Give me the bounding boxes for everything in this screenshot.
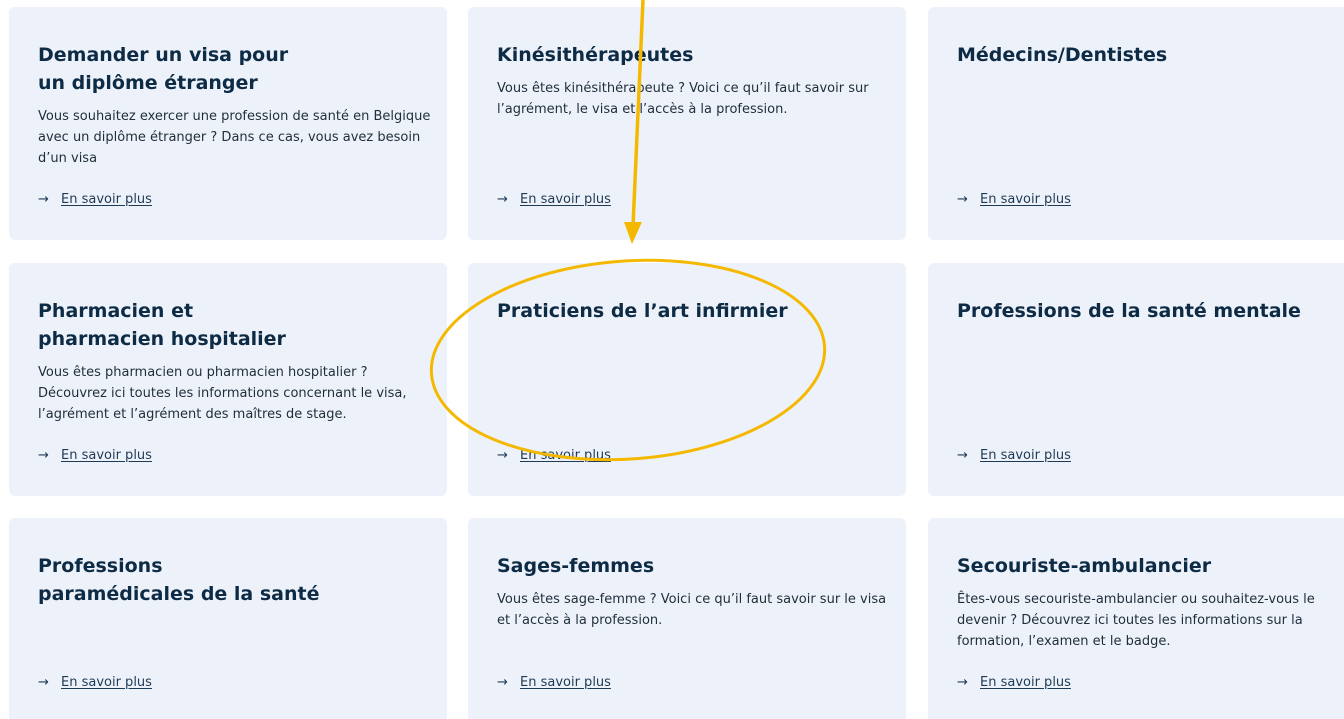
card-title: Professions de la santé mentale — [957, 300, 1301, 322]
learn-more-link[interactable]: → En savoir plus — [957, 674, 1071, 692]
card-title: Pharmacien et pharmacien hospitalier — [38, 300, 286, 350]
learn-more-label: En savoir plus — [61, 675, 152, 690]
learn-more-link[interactable]: → En savoir plus — [957, 191, 1071, 209]
arrow-right-icon: → — [38, 675, 49, 690]
card-description: Vous êtes pharmacien ou pharmacien hospi… — [38, 365, 407, 422]
card-title: Praticiens de l’art infirmier — [497, 300, 788, 322]
card-praticiens-art-infirmier[interactable]: Praticiens de l’art infirmier → En savoi… — [468, 263, 906, 496]
card-description: Êtes-vous secouriste-ambulancier ou souh… — [957, 592, 1315, 649]
card-secouriste-ambulancier[interactable]: Secouriste-ambulancier Êtes-vous secouri… — [928, 518, 1344, 719]
card-title: Médecins/Dentistes — [957, 44, 1168, 66]
learn-more-label: En savoir plus — [520, 448, 611, 463]
arrow-right-icon: → — [957, 448, 968, 463]
card-medecins-dentistes[interactable]: Médecins/Dentistes → En savoir plus — [928, 7, 1344, 240]
card-title: Professions paramédicales de la santé — [38, 555, 320, 605]
card-title: Secouriste-ambulancier — [957, 555, 1212, 577]
learn-more-link[interactable]: → En savoir plus — [38, 191, 152, 209]
card-description: Vous êtes sage-femme ? Voici ce qu’il fa… — [497, 592, 887, 628]
card-title: Kinésithérapeutes — [497, 44, 694, 66]
learn-more-label: En savoir plus — [980, 448, 1071, 463]
card-visa-diplome-etranger[interactable]: Demander un visa pour un diplôme étrange… — [9, 7, 447, 240]
learn-more-link[interactable]: → En savoir plus — [38, 674, 152, 692]
learn-more-label: En savoir plus — [520, 675, 611, 690]
learn-more-label: En savoir plus — [980, 675, 1071, 690]
learn-more-link[interactable]: → En savoir plus — [497, 191, 611, 209]
arrow-right-icon: → — [38, 448, 49, 463]
card-title: Sages-femmes — [497, 555, 655, 577]
arrow-right-icon: → — [497, 448, 508, 463]
learn-more-link[interactable]: → En savoir plus — [497, 674, 611, 692]
card-kinesitherapeutes[interactable]: Kinésithérapeutes Vous êtes kinésithérap… — [468, 7, 906, 240]
arrow-right-icon: → — [957, 192, 968, 207]
learn-more-link[interactable]: → En savoir plus — [957, 447, 1071, 465]
card-pharmacien[interactable]: Pharmacien et pharmacien hospitalier Vou… — [9, 263, 447, 496]
card-grid: Demander un visa pour un diplôme étrange… — [0, 0, 1344, 719]
card-title: Demander un visa pour un diplôme étrange… — [38, 44, 289, 94]
arrow-right-icon: → — [38, 192, 49, 207]
arrow-right-icon: → — [957, 675, 968, 690]
learn-more-label: En savoir plus — [61, 192, 152, 207]
card-sante-mentale[interactable]: Professions de la santé mentale → En sav… — [928, 263, 1344, 496]
card-sages-femmes[interactable]: Sages-femmes Vous êtes sage-femme ? Voic… — [468, 518, 906, 719]
card-paramedicales[interactable]: Professions paramédicales de la santé → … — [9, 518, 447, 719]
arrow-right-icon: → — [497, 192, 508, 207]
learn-more-link[interactable]: → En savoir plus — [497, 447, 611, 465]
learn-more-label: En savoir plus — [980, 192, 1071, 207]
arrow-right-icon: → — [497, 675, 508, 690]
card-description: Vous êtes kinésithérapeute ? Voici ce qu… — [497, 81, 869, 117]
learn-more-link[interactable]: → En savoir plus — [38, 447, 152, 465]
learn-more-label: En savoir plus — [520, 192, 611, 207]
learn-more-label: En savoir plus — [61, 448, 152, 463]
card-description: Vous souhaitez exercer une profession de… — [38, 109, 431, 166]
